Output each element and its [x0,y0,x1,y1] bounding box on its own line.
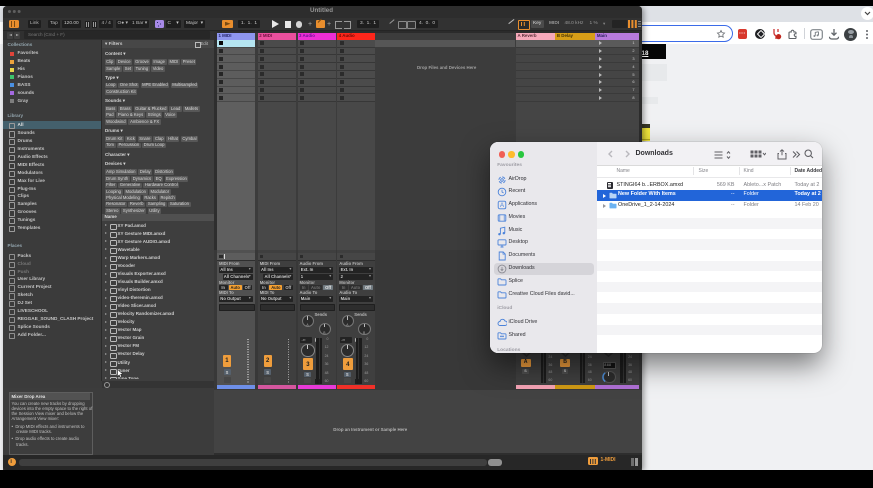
svg-text:A: A [499,203,503,209]
